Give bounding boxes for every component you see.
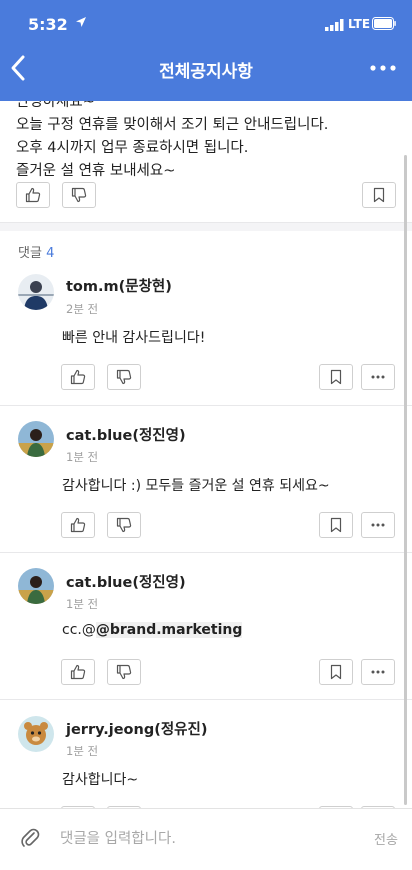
- content-area: 안녕하세요~ 오늘 구정 연휴를 맞이해서 조기 퇴근 안내드립니다. 오후 4…: [0, 101, 412, 808]
- status-bar: 5:32 LTE: [0, 0, 412, 46]
- comment-text-prefix: cc.@: [62, 622, 96, 638]
- thumbs-up-icon: [70, 664, 86, 680]
- thumbs-up-icon: [70, 369, 86, 385]
- comment-separator: [0, 552, 412, 553]
- more-options-icon[interactable]: [368, 58, 398, 78]
- comment-like-button[interactable]: [61, 659, 95, 685]
- avatar[interactable]: [18, 421, 54, 457]
- comment-bookmark-button[interactable]: [319, 512, 353, 538]
- comment-text: 감사합니다~: [62, 772, 139, 788]
- send-button[interactable]: 전송: [374, 829, 398, 848]
- thumbs-down-icon: [116, 664, 132, 680]
- thumbs-up-icon: [25, 187, 41, 203]
- bookmark-icon: [330, 517, 342, 533]
- thumbs-down-icon: [116, 369, 132, 385]
- comment-count: 댓글 4: [18, 242, 54, 261]
- bookmark-icon: [330, 664, 342, 680]
- comment-count-label: 댓글: [18, 246, 42, 261]
- comment-separator: [0, 405, 412, 406]
- thumbs-up-icon: [70, 517, 86, 533]
- mention-tag[interactable]: @brand.marketing: [95, 622, 243, 638]
- comment-author[interactable]: cat.blue(정진영): [66, 571, 186, 592]
- comment-bookmark-button[interactable]: [319, 659, 353, 685]
- comment-time: 1분 전: [66, 450, 99, 464]
- comment-author[interactable]: tom.m(문창현): [66, 275, 172, 296]
- comment-input[interactable]: [58, 825, 352, 853]
- comment-text: cc.@@brand.marketing: [62, 622, 243, 638]
- signal-icon: [325, 19, 344, 31]
- top-bar: 5:32 LTE 전체공지사항: [0, 0, 412, 101]
- status-time: 5:32: [28, 15, 68, 34]
- post-bookmark-button[interactable]: [362, 182, 396, 208]
- post-like-button[interactable]: [16, 182, 50, 208]
- comment-like-button[interactable]: [61, 364, 95, 390]
- post-line: 안녕하세요~: [16, 101, 95, 110]
- thumbs-down-icon: [116, 517, 132, 533]
- comment-time: 2분 전: [66, 302, 99, 316]
- comment-separator: [0, 699, 412, 700]
- more-dots-icon: [371, 375, 385, 379]
- comment-dislike-button[interactable]: [107, 512, 141, 538]
- comment-more-button[interactable]: [361, 364, 395, 390]
- avatar[interactable]: [18, 716, 54, 752]
- comment-author[interactable]: jerry.jeong(정유진): [66, 718, 207, 739]
- paperclip-icon[interactable]: [20, 827, 40, 849]
- avatar[interactable]: [18, 274, 54, 310]
- scrollbar[interactable]: [404, 155, 407, 805]
- comment-time: 1분 전: [66, 744, 99, 758]
- comment-author[interactable]: cat.blue(정진영): [66, 424, 186, 445]
- comment-dislike-button[interactable]: [107, 659, 141, 685]
- bookmark-icon: [330, 369, 342, 385]
- comment-count-number: 4: [46, 246, 55, 261]
- more-dots-icon: [371, 670, 385, 674]
- comment-input-bar: 전송: [0, 808, 412, 870]
- avatar[interactable]: [18, 568, 54, 604]
- post-line: 오후 4시까지 업무 종료하시면 됩니다.: [16, 140, 249, 156]
- section-divider: [0, 222, 412, 231]
- post-dislike-button[interactable]: [62, 182, 96, 208]
- post-body: 안녕하세요~ 오늘 구정 연휴를 맞이해서 조기 퇴근 안내드립니다. 오후 4…: [16, 101, 328, 183]
- post-line: 오늘 구정 연휴를 맞이해서 조기 퇴근 안내드립니다.: [16, 117, 329, 133]
- network-label: LTE: [348, 17, 371, 31]
- more-dots-icon: [371, 523, 385, 527]
- battery-icon: [372, 17, 396, 30]
- comment-more-button[interactable]: [361, 512, 395, 538]
- comment-like-button[interactable]: [61, 512, 95, 538]
- comment-bookmark-button[interactable]: [319, 364, 353, 390]
- comment-dislike-button[interactable]: [107, 364, 141, 390]
- page-title: 전체공지사항: [159, 62, 253, 82]
- thumbs-down-icon: [71, 187, 87, 203]
- comment-time: 1분 전: [66, 597, 99, 611]
- comment-text: 빠른 안내 감사드립니다!: [62, 330, 206, 346]
- nav-bar: 전체공지사항: [0, 46, 412, 91]
- post-line: 즐거운 설 연휴 보내세요~: [16, 163, 176, 179]
- comment-more-button[interactable]: [361, 659, 395, 685]
- bookmark-icon: [373, 187, 385, 203]
- location-arrow-icon: [76, 17, 86, 27]
- comment-text: 감사합니다 :) 모두들 즐거운 설 연휴 되세요~: [62, 478, 330, 494]
